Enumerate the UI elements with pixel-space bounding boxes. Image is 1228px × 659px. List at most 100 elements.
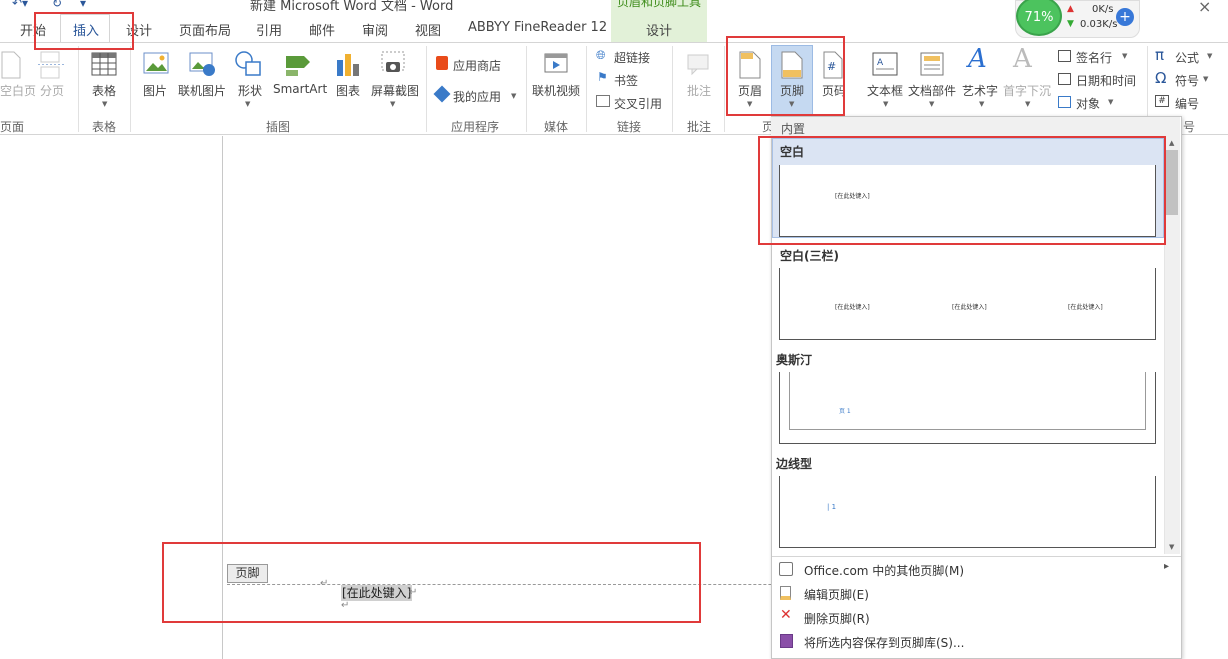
drop-cap-button[interactable]: 首字下沉 (1003, 82, 1051, 99)
ribbon-divider (78, 46, 79, 132)
tab-abbyy[interactable]: ABBYY FineReader 12 (468, 20, 607, 35)
close-icon[interactable]: × (1198, 0, 1211, 16)
shapes-button[interactable]: 形状 (238, 82, 262, 99)
chevron-down-icon: ▼ (511, 92, 517, 100)
text-box-button[interactable]: 文本框 (867, 82, 903, 99)
group-label-pages: 页面 (0, 120, 25, 134)
chevron-down-icon: ▼ (883, 100, 889, 108)
text-box-icon: A (872, 52, 898, 76)
thumb-page-number: 页 1 (839, 408, 851, 415)
chart-icon (337, 54, 359, 76)
group-label-table: 表格 (92, 120, 117, 134)
equation-icon: π (1155, 46, 1165, 64)
gallery-item-sideline-thumbnail[interactable] (779, 476, 1156, 548)
ribbon-divider (426, 46, 427, 132)
scrollbar-thumb[interactable] (1166, 150, 1178, 215)
ribbon-divider (724, 46, 725, 132)
chevron-down-icon: ▼ (245, 100, 251, 108)
group-label-symbols: 号 (1183, 120, 1196, 134)
online-picture-button[interactable]: 联机图片 (178, 82, 226, 99)
annotation-box-blank-item (758, 136, 1166, 245)
chevron-down-icon: ▼ (1025, 100, 1031, 108)
table-button[interactable]: 表格 (92, 82, 116, 99)
ribbon-divider (130, 46, 131, 132)
comment-icon (687, 54, 709, 76)
wordart-icon: A (968, 44, 987, 74)
comment-button[interactable]: 批注 (687, 82, 711, 99)
annotation-box-footer-area (162, 542, 701, 623)
picture-icon (143, 52, 169, 74)
undo-icon[interactable]: ↶▾ (12, 0, 28, 10)
cross-ref-button[interactable]: 交叉引用 (614, 95, 662, 112)
ribbon-divider (672, 46, 673, 132)
page-break-icon (38, 51, 64, 79)
thumb-placeholder: [在此处键入] (1068, 304, 1103, 311)
group-label-illustrations: 插图 (266, 120, 291, 134)
object-icon (1058, 96, 1071, 108)
equation-button[interactable]: 公式 (1175, 49, 1199, 66)
signature-icon (1058, 50, 1071, 62)
picture-button[interactable]: 图片 (143, 82, 167, 99)
quick-parts-button[interactable]: 文档部件 (908, 82, 956, 99)
online-picture-icon (189, 52, 215, 76)
remove-footer-icon: ✕ (780, 607, 792, 623)
qat-customize-icon[interactable]: ▾ (80, 0, 86, 10)
annotation-box-footer-button (726, 36, 845, 116)
tab-references[interactable]: 引用 (256, 20, 282, 39)
chevron-down-icon: ▼ (1108, 98, 1114, 106)
save-to-gallery-icon (780, 634, 793, 648)
redo-icon[interactable]: ↻ (52, 0, 62, 10)
thumb-placeholder: [在此处键入] (952, 304, 987, 311)
object-button[interactable]: 对象 (1076, 95, 1100, 112)
datetime-button[interactable]: 日期和时间 (1076, 72, 1136, 89)
tab-page-layout[interactable]: 页面布局 (179, 20, 231, 39)
tab-review[interactable]: 审阅 (362, 20, 388, 39)
store-button[interactable]: 应用商店 (453, 57, 501, 74)
tab-hf-design[interactable]: 设计 (646, 20, 672, 39)
store-icon (436, 56, 448, 70)
chevron-down-icon: ▼ (929, 100, 935, 108)
wordart-button[interactable]: 艺术字 (962, 82, 998, 99)
number-icon: # (1155, 95, 1169, 107)
edit-footer-icon (780, 586, 791, 600)
office-com-icon (779, 562, 793, 576)
gallery-section-label: 内置 (781, 122, 806, 136)
group-label-links: 链接 (617, 120, 642, 134)
chevron-down-icon: ▼ (1203, 75, 1209, 83)
scroll-down-icon[interactable]: ▼ (1169, 543, 1174, 551)
upload-arrow-icon: ▲ (1067, 4, 1074, 14)
quick-parts-icon (920, 52, 944, 76)
shapes-icon (235, 51, 261, 76)
tab-mailings[interactable]: 邮件 (309, 20, 335, 39)
blank-page-icon (1, 51, 21, 79)
page-break-button[interactable]: 分页 (40, 82, 64, 99)
hyperlink-icon: 🌐︎ (596, 48, 606, 62)
scroll-up-icon[interactable]: ▲ (1169, 139, 1174, 147)
gallery-menu-divider (772, 556, 1181, 557)
download-speed: 0.03K/s (1080, 19, 1118, 30)
submenu-arrow-icon: ▸ (1164, 561, 1170, 572)
smartart-button[interactable]: SmartArt (273, 82, 327, 96)
austin-frame (789, 372, 1146, 430)
screenshot-button[interactable]: 屏幕截图 (371, 82, 419, 99)
group-label-apps: 应用程序 (451, 120, 500, 134)
chevron-down-icon: ▼ (1207, 52, 1213, 60)
menu-edit-footer-label: 编辑页脚(E) (804, 588, 869, 602)
my-apps-button[interactable]: 我的应用 (453, 88, 501, 105)
context-tab-group-label: 页眉和页脚工具 (611, 0, 707, 12)
gallery-item-blank-three-label: 空白(三栏) (780, 249, 839, 263)
bookmark-button[interactable]: 书签 (614, 72, 638, 89)
ribbon-divider (526, 46, 527, 132)
chart-button[interactable]: 图表 (336, 82, 360, 99)
tab-view[interactable]: 视图 (415, 20, 441, 39)
group-label-media: 媒体 (544, 120, 569, 134)
blank-page-button[interactable]: 空白页 (0, 82, 36, 99)
network-plus-icon[interactable]: + (1116, 8, 1134, 26)
hyperlink-button[interactable]: 超链接 (614, 49, 650, 66)
group-label-comments: 批注 (687, 120, 712, 134)
number-button[interactable]: 编号 (1175, 95, 1199, 112)
signature-button[interactable]: 签名行 (1076, 49, 1112, 66)
symbol-button[interactable]: 符号 (1175, 72, 1199, 89)
online-video-button[interactable]: 联机视频 (532, 82, 580, 99)
gallery-item-austin-label: 奥斯汀 (776, 353, 813, 367)
